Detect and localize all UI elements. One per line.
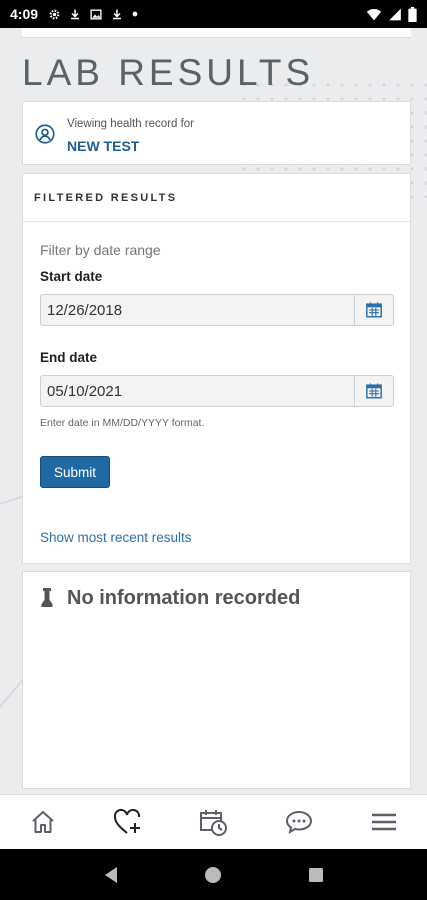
appointments-icon <box>200 810 228 836</box>
status-time: 4:09 <box>10 6 39 22</box>
dot-icon <box>132 11 138 17</box>
empty-state-text: No information recorded <box>67 587 301 609</box>
home-icon <box>32 811 54 833</box>
previous-card-edge <box>22 28 411 38</box>
end-date-label: End date <box>40 350 98 365</box>
nav-appointments[interactable] <box>188 802 238 842</box>
start-date-calendar-button[interactable] <box>354 295 393 325</box>
health-record-icon <box>114 808 141 834</box>
download-icon <box>71 9 80 19</box>
end-date-calendar-button[interactable] <box>354 376 393 406</box>
home-button-icon[interactable] <box>204 866 222 884</box>
show-recent-results-link[interactable]: Show most recent results <box>40 530 192 545</box>
recents-icon[interactable] <box>308 867 324 883</box>
date-range-label: Filter by date range <box>40 242 161 258</box>
nav-menu[interactable] <box>359 802 409 842</box>
app-content: LAB RESULTS Viewing health record for NE… <box>0 28 427 794</box>
record-label: Viewing health record for <box>67 118 194 130</box>
back-icon[interactable] <box>103 866 119 884</box>
user-profile-icon <box>35 124 55 144</box>
status-notification-icons <box>48 8 139 21</box>
nav-health-record[interactable] <box>103 802 153 842</box>
calendar-icon <box>366 302 382 318</box>
battery-icon <box>408 6 417 22</box>
submit-button[interactable]: Submit <box>40 456 110 488</box>
health-record-card: Viewing health record for NEW TEST <box>22 101 411 165</box>
filter-header: FILTERED RESULTS <box>23 174 410 222</box>
end-date-input[interactable]: 05/10/2021 <box>41 376 354 406</box>
end-date-field[interactable]: 05/10/2021 <box>40 375 394 407</box>
messages-icon <box>285 810 312 835</box>
results-card: No information recorded <box>22 571 411 789</box>
status-system-icons <box>366 6 417 22</box>
menu-icon <box>372 813 397 831</box>
settings-icon <box>49 9 60 19</box>
start-date-label: Start date <box>40 269 103 284</box>
signal-icon <box>389 8 401 20</box>
status-bar: 4:09 <box>0 0 427 28</box>
nav-messages[interactable] <box>274 802 324 842</box>
lab-test-icon <box>41 588 53 607</box>
date-format-hint: Enter date in MM/DD/YYYY format. <box>40 417 205 429</box>
bottom-navigation <box>0 794 427 849</box>
start-date-input[interactable]: 12/26/2018 <box>41 295 354 325</box>
wifi-icon <box>366 8 382 20</box>
calendar-icon <box>366 383 382 399</box>
nav-home[interactable] <box>18 802 68 842</box>
record-name: NEW TEST <box>67 138 140 154</box>
system-navigation <box>0 849 427 900</box>
filtered-results-card: FILTERED RESULTS Filter by date range St… <box>22 173 411 564</box>
page-title: LAB RESULTS <box>22 52 315 93</box>
download-icon <box>113 9 122 19</box>
start-date-field[interactable]: 12/26/2018 <box>40 294 394 326</box>
image-icon <box>90 8 102 20</box>
